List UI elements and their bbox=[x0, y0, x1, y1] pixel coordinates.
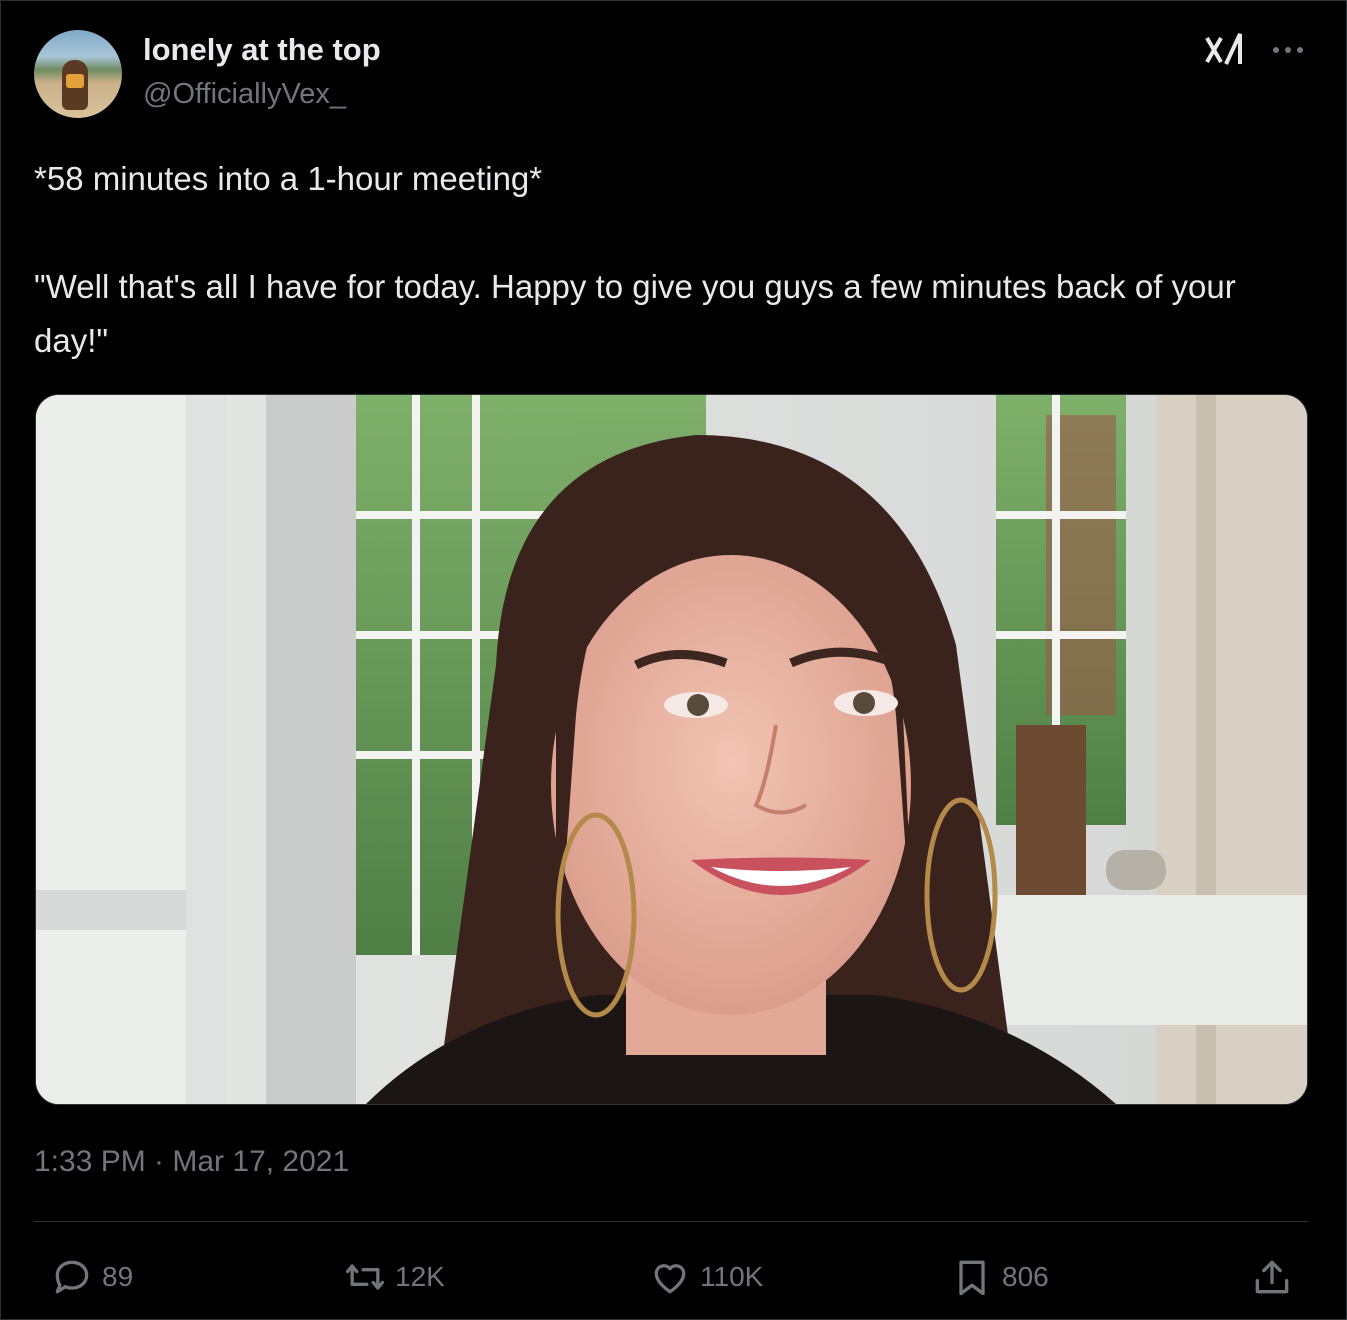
like-button[interactable]: 110K bbox=[648, 1255, 763, 1299]
grok-icon[interactable] bbox=[1204, 30, 1250, 70]
share-icon bbox=[1255, 1260, 1289, 1294]
share-button[interactable] bbox=[1250, 1255, 1302, 1299]
bookmark-icon bbox=[959, 1260, 985, 1296]
like-icon bbox=[654, 1264, 686, 1294]
reply-count: 89 bbox=[102, 1261, 134, 1292]
reply-button[interactable]: 89 bbox=[50, 1255, 133, 1299]
repost-button[interactable]: 12K bbox=[343, 1255, 445, 1299]
media-photo bbox=[36, 395, 1307, 1104]
tweet-text: *58 minutes into a 1-hour meeting* "Well… bbox=[34, 152, 1284, 368]
more-icon[interactable] bbox=[1268, 30, 1308, 70]
divider bbox=[34, 1221, 1308, 1222]
tweet-media[interactable] bbox=[35, 394, 1308, 1105]
bookmark-count: 806 bbox=[1002, 1261, 1049, 1292]
avatar-figure-detail bbox=[66, 74, 84, 88]
repost-count: 12K bbox=[395, 1261, 445, 1292]
tweet-line-2: "Well that's all I have for today. Happy… bbox=[34, 268, 1236, 359]
reply-icon bbox=[55, 1260, 89, 1294]
user-handle[interactable]: @OfficiallyVex_ bbox=[143, 78, 346, 111]
avatar[interactable] bbox=[34, 30, 122, 118]
repost-icon bbox=[345, 1264, 385, 1290]
tweet-line-1: *58 minutes into a 1-hour meeting* bbox=[34, 160, 543, 197]
tweet-timestamp[interactable]: 1:33 PM · Mar 17, 2021 bbox=[34, 1145, 349, 1179]
bookmark-button[interactable]: 806 bbox=[950, 1255, 1049, 1299]
like-count: 110K bbox=[700, 1261, 764, 1292]
display-name[interactable]: lonely at the top bbox=[143, 32, 381, 68]
